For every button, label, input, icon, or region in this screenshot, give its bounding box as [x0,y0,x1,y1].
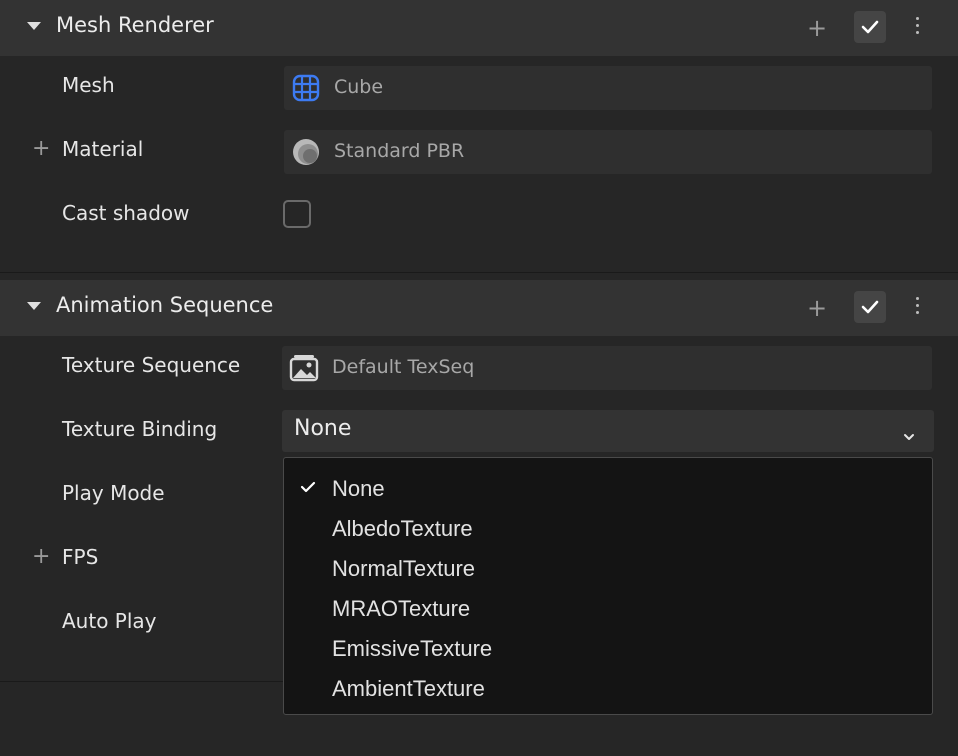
dropdown-option[interactable]: None [332,476,385,502]
mesh-field[interactable]: Cube [284,66,932,110]
add-icon[interactable]: + [806,14,828,42]
mesh-label: Mesh [62,73,115,97]
kebab-menu-icon[interactable] [912,297,922,319]
texture-sequence-label: Texture Sequence [62,353,241,377]
texture-binding-label: Texture Binding [62,417,218,441]
cast-shadow-checkbox[interactable] [283,200,311,228]
fps-add-icon[interactable]: + [32,544,50,569]
material-add-icon[interactable]: + [32,136,50,161]
checkmark-icon [861,20,879,34]
section-divider [0,681,284,682]
collapse-caret-icon[interactable] [27,302,41,310]
animation-sequence-header[interactable]: Animation Sequence + [0,280,958,336]
checkmark-icon [861,300,879,314]
dropdown-option[interactable]: MRAOTexture [332,596,470,622]
texture-binding-value: None [294,416,352,441]
material-value: Standard PBR [334,140,465,162]
dropdown-option[interactable]: EmissiveTexture [332,636,492,662]
material-label: Material [62,137,144,161]
mesh-value: Cube [334,76,384,98]
add-icon[interactable]: + [806,294,828,322]
texture-binding-select[interactable]: None [282,410,934,452]
dropdown-option[interactable]: AlbedoTexture [332,516,473,542]
material-field[interactable]: Standard PBR [284,130,932,174]
component-title: Animation Sequence [56,293,274,317]
chevron-down-icon [903,426,915,445]
texture-binding-dropdown: None AlbedoTexture NormalTexture MRAOTex… [283,457,933,715]
fps-label: FPS [62,545,99,569]
texture-sequence-value: Default TexSeq [332,356,475,378]
material-sphere-icon [292,138,320,170]
play-mode-label: Play Mode [62,481,165,505]
dropdown-option[interactable]: NormalTexture [332,556,475,582]
cast-shadow-label: Cast shadow [62,201,190,225]
component-title: Mesh Renderer [56,13,214,37]
auto-play-label: Auto Play [62,609,157,633]
collapse-caret-icon[interactable] [27,22,41,30]
grid-mesh-icon [292,74,320,106]
kebab-menu-icon[interactable] [912,17,922,39]
enabled-toggle[interactable] [854,11,886,43]
image-icon [289,354,319,386]
mesh-renderer-header[interactable]: Mesh Renderer + [0,0,958,56]
dropdown-option[interactable]: AmbientTexture [332,676,485,702]
texture-sequence-field[interactable]: Default TexSeq [282,346,932,390]
selected-check-icon [300,479,316,498]
enabled-toggle[interactable] [854,291,886,323]
section-divider [0,272,958,273]
